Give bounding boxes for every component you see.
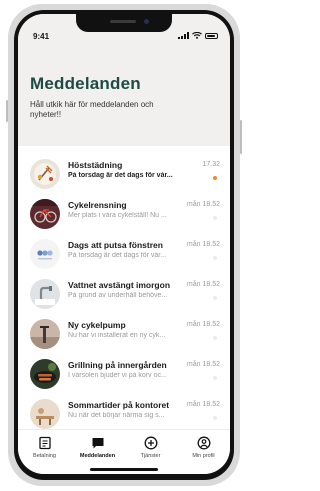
- message-preview: Nu när det börjar närma sig s...: [68, 412, 165, 419]
- message-time: mån 18.52: [186, 321, 220, 328]
- message-preview: På grund av underhåll behöve...: [68, 292, 168, 299]
- message-time: mån 18.52: [186, 201, 220, 208]
- office-icon: [30, 399, 60, 429]
- tab-label: Betalning: [33, 453, 56, 459]
- message-item[interactable]: Grillning på innergården I vårsolen bjud…: [18, 354, 230, 394]
- tab-betalning[interactable]: Betalning: [18, 434, 71, 459]
- message-item[interactable]: Sommartider på kontoret Nu när det börja…: [18, 394, 230, 434]
- tab-meddelanden[interactable]: Meddelanden: [71, 434, 124, 459]
- page-title: Meddelanden: [30, 74, 141, 93]
- grill-icon: [30, 359, 60, 389]
- tab-bar: Betalning Meddelanden Tjänster Min profi…: [18, 429, 230, 474]
- notch: [76, 14, 172, 32]
- app-screen: 9:41 Meddelanden Håll utkik här för medd…: [18, 14, 230, 474]
- wifi-icon: [192, 32, 202, 39]
- message-title: Cykelrensning: [68, 200, 127, 210]
- read-indicator: [213, 376, 217, 380]
- tab-label: Meddelanden: [79, 453, 116, 459]
- message-icon: [92, 438, 103, 449]
- bike-pump-icon: [30, 319, 60, 349]
- message-time: mån 18.52: [186, 281, 220, 288]
- message-preview: På torsdag är det dags för vår...: [68, 172, 173, 179]
- side-button-left: [6, 100, 8, 122]
- leaf-rake-icon: [30, 159, 60, 189]
- message-preview: Nu har vi installerat en ny cyk...: [68, 332, 166, 339]
- status-icons: [178, 32, 218, 39]
- tab-label: Tjänster: [140, 453, 161, 459]
- receipt-icon: [38, 436, 51, 450]
- unread-indicator: [213, 176, 217, 180]
- plus-circle-icon: [144, 436, 157, 450]
- message-preview: Mer plats i våra cykelställ! Nu ...: [68, 212, 167, 219]
- read-indicator: [213, 416, 217, 420]
- status-time: 9:41: [33, 32, 50, 41]
- header-area: 9:41 Meddelanden Håll utkik här för medd…: [18, 14, 230, 146]
- signal-icon: [178, 32, 189, 39]
- window-cleaning-icon: [30, 239, 60, 269]
- home-indicator: [90, 468, 158, 471]
- message-item[interactable]: Ny cykelpump Nu har vi installerat en ny…: [18, 314, 230, 354]
- message-time: mån 18.52: [186, 361, 220, 368]
- bicycle-icon: [30, 199, 60, 229]
- message-time: 17.32: [202, 161, 220, 168]
- message-title: Sommartider på kontoret: [68, 400, 170, 410]
- message-title: Ny cykelpump: [68, 320, 126, 330]
- speaker: [110, 20, 136, 23]
- camera: [144, 19, 149, 24]
- tab-label: Min profil: [192, 453, 215, 459]
- message-title: Grillning på innergården: [68, 360, 167, 370]
- read-indicator: [213, 216, 217, 220]
- message-preview: I vårsolen bjuder vi på korv oc...: [68, 372, 167, 379]
- read-indicator: [213, 256, 217, 260]
- message-item[interactable]: Dags att putsa fönstren På torsdag är de…: [18, 234, 230, 274]
- message-time: mån 18.52: [186, 241, 220, 248]
- page-subtitle: Håll utkik här för meddelanden och nyhet…: [30, 100, 154, 119]
- tab-tjanster[interactable]: Tjänster: [124, 434, 177, 459]
- read-indicator: [213, 336, 217, 340]
- message-title: Dags att putsa fönstren: [68, 240, 163, 250]
- message-title: Vattnet avstängt imorgon: [68, 280, 171, 290]
- message-item[interactable]: Vattnet avstängt imorgon På grund av und…: [18, 274, 230, 314]
- message-item[interactable]: Cykelrensning Mer plats i våra cykelstäl…: [18, 194, 230, 234]
- read-indicator: [213, 296, 217, 300]
- message-item[interactable]: Höststädning På torsdag är det dags för …: [18, 154, 230, 194]
- profile-icon: [197, 436, 210, 450]
- side-button-right: [240, 120, 242, 154]
- message-preview: På torsdag är det dags för vår...: [68, 252, 167, 259]
- message-time: mån 18.52: [186, 401, 220, 408]
- tab-min-profil[interactable]: Min profil: [177, 434, 230, 459]
- message-title: Höststädning: [68, 160, 123, 170]
- water-tap-icon: [30, 279, 60, 309]
- battery-icon: [205, 32, 218, 39]
